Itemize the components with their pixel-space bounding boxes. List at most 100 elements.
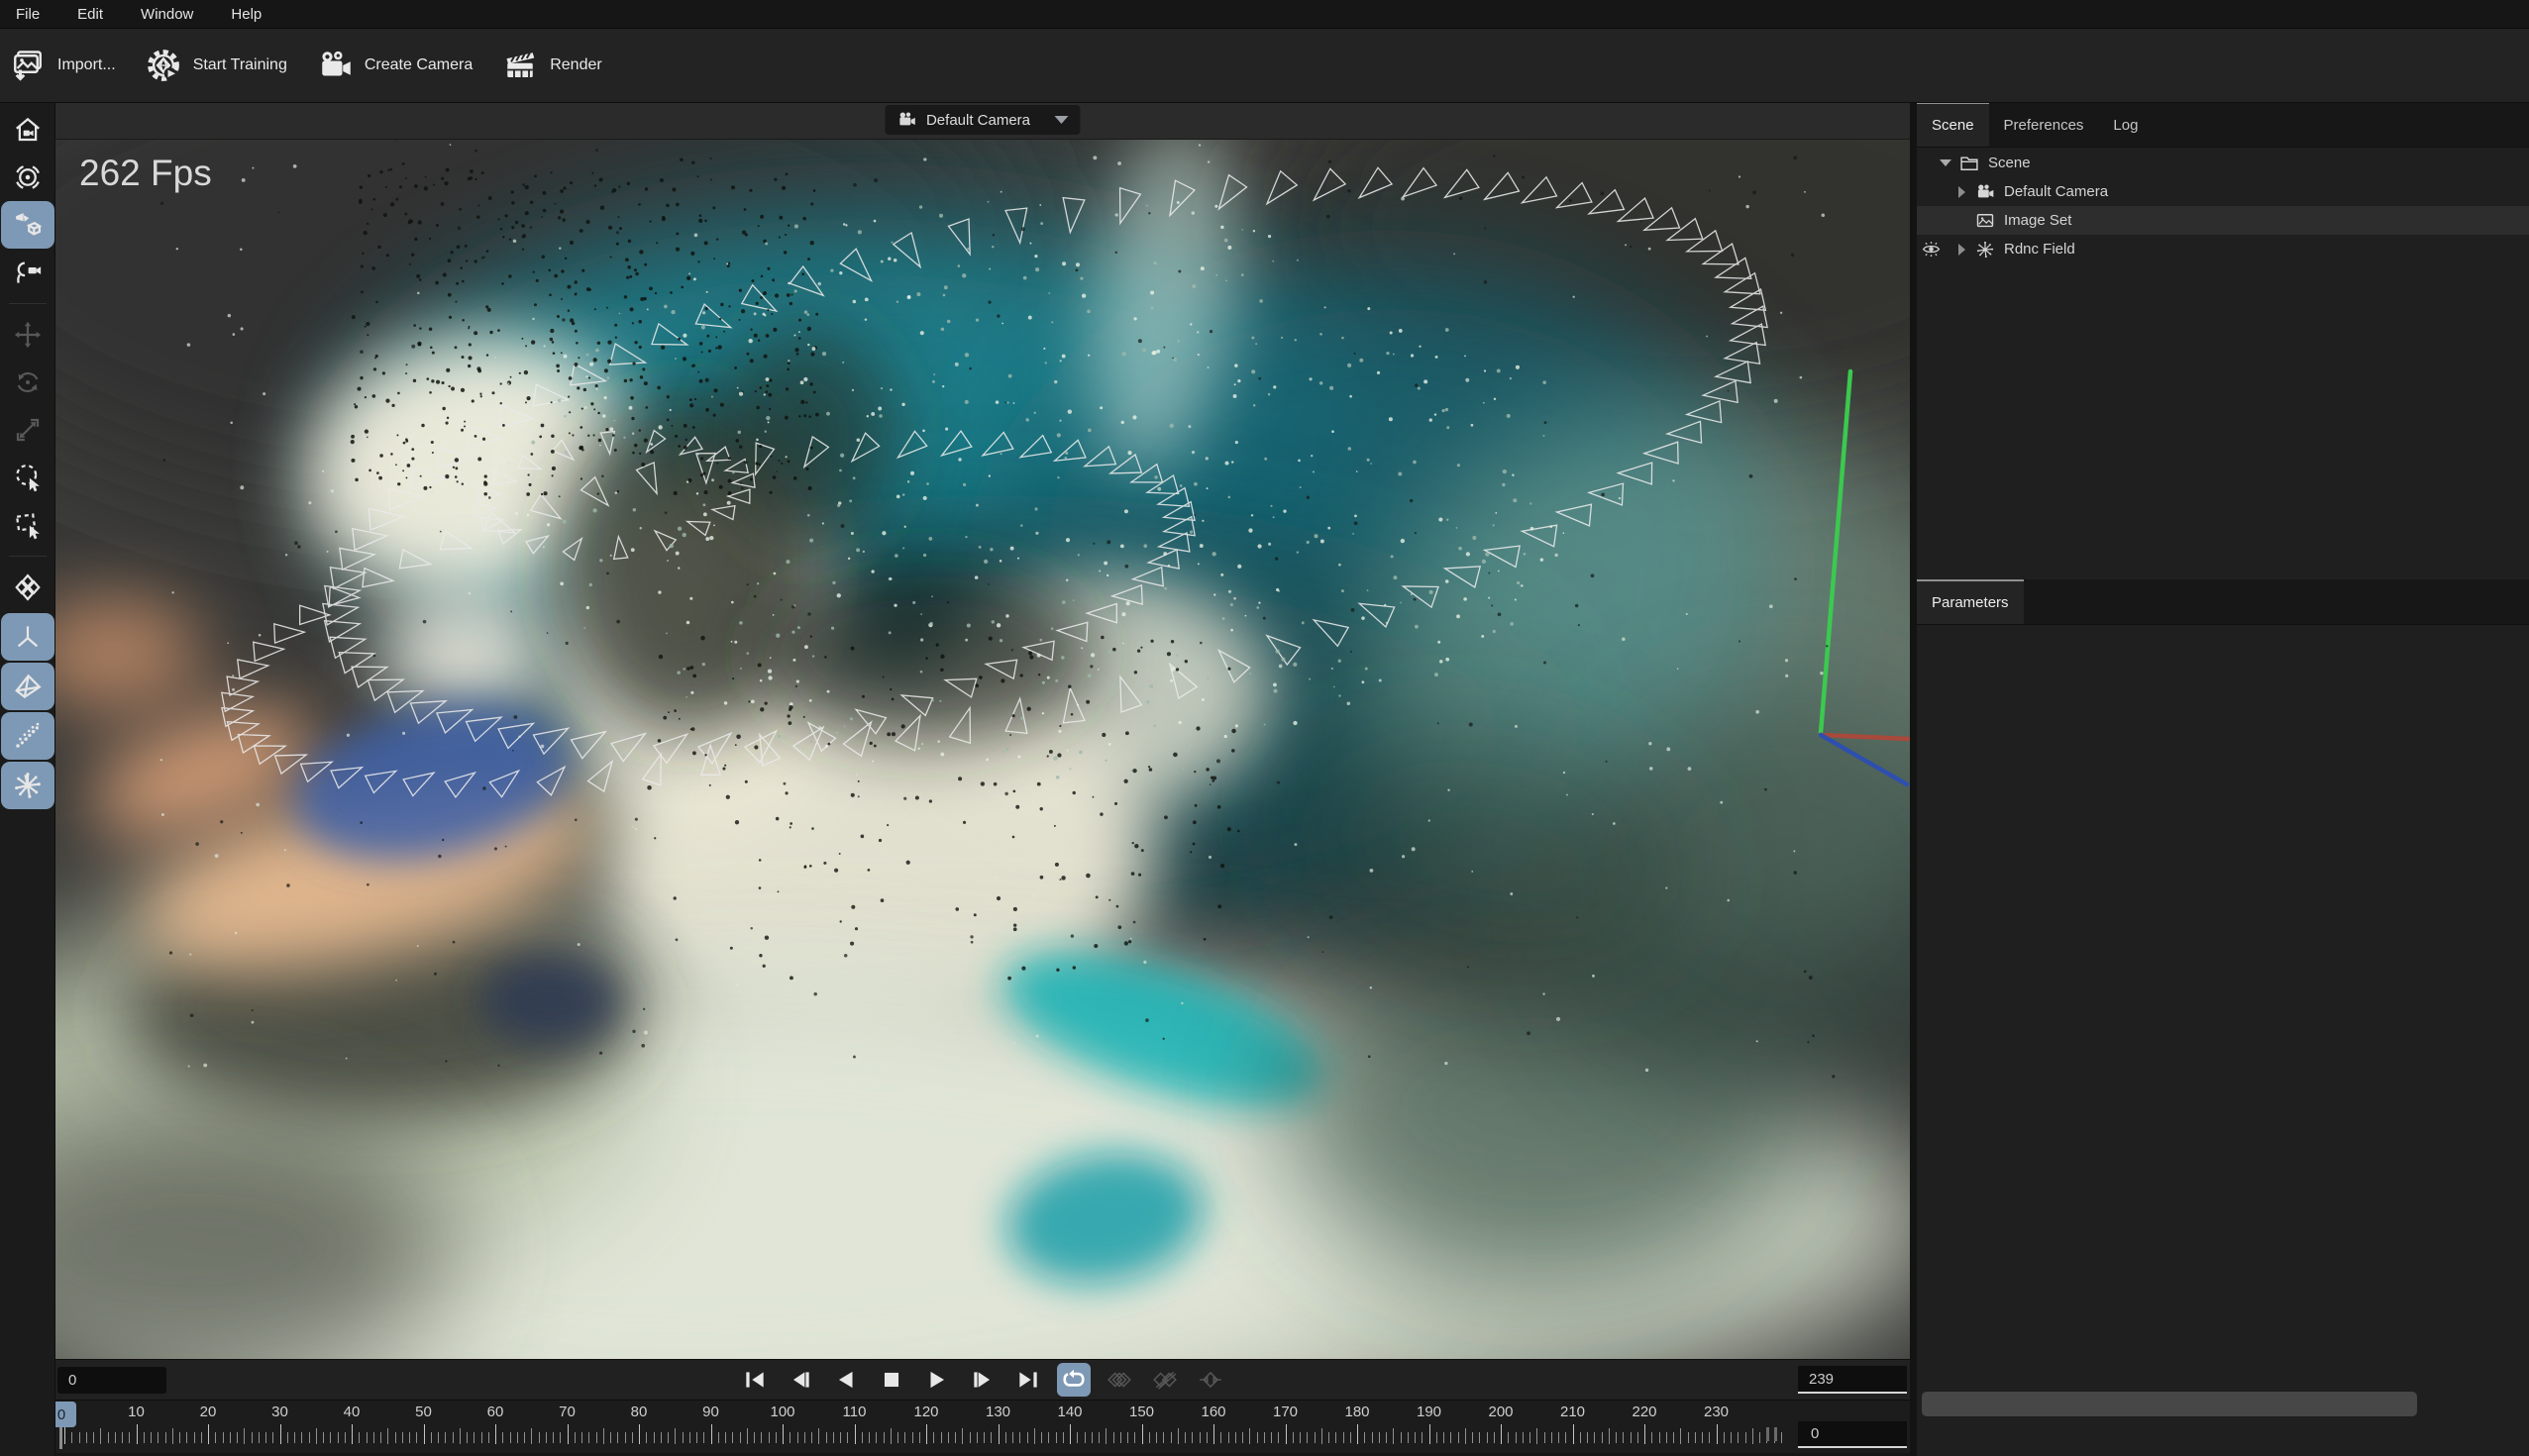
- horizontal-scrollbar[interactable]: [1922, 1392, 2417, 1416]
- collapse-arrow-icon[interactable]: [1954, 244, 1968, 256]
- tree-item-label: Rdnc Field: [2004, 241, 2075, 258]
- orbit-camera-tool-button[interactable]: [1, 201, 54, 249]
- menu-file[interactable]: File: [16, 6, 40, 23]
- ghost-frames-off-button[interactable]: [1148, 1363, 1182, 1397]
- chevron-down-icon: [1054, 116, 1068, 124]
- folder-icon: [1959, 154, 1979, 173]
- sidebar-separator: [9, 556, 47, 557]
- loop-playback-button[interactable]: [1057, 1363, 1091, 1397]
- tab-log[interactable]: Log: [2098, 102, 2153, 147]
- tree-item-default-camera[interactable]: Default Camera: [1917, 177, 2529, 206]
- stop-button[interactable]: [875, 1363, 908, 1397]
- play-reverse-icon: [833, 1367, 859, 1393]
- box-select-button[interactable]: [1, 501, 54, 549]
- focus-selection-button[interactable]: [1, 154, 54, 201]
- current-frame-field[interactable]: 0: [1798, 1421, 1907, 1448]
- scale-icon: [13, 415, 43, 445]
- focus-target-icon: [13, 162, 43, 192]
- ghost-frames-button[interactable]: [1103, 1363, 1136, 1397]
- splat-field-icon: [13, 771, 43, 800]
- panel-splitter[interactable]: [1910, 102, 1917, 1456]
- visibility-eye-icon[interactable]: [1921, 239, 1942, 260]
- menu-edit[interactable]: Edit: [77, 6, 103, 23]
- play-button[interactable]: [920, 1363, 954, 1397]
- tab-scene[interactable]: Scene: [1917, 102, 1989, 147]
- stop-icon: [879, 1367, 904, 1393]
- move-tool-button[interactable]: [1, 311, 54, 359]
- sidebar-separator: [9, 303, 47, 304]
- menu-window[interactable]: Window: [141, 6, 193, 23]
- lasso-select-button[interactable]: [1, 454, 54, 501]
- movie-camera-icon: [896, 110, 916, 130]
- box-select-icon: [13, 510, 43, 540]
- start-training-button[interactable]: Start Training: [146, 48, 287, 83]
- right-panel: Scene Preferences Log Scene Default Came…: [1917, 102, 2529, 1456]
- frame-start-field[interactable]: 0: [57, 1367, 166, 1394]
- home-view-button[interactable]: [1, 106, 54, 154]
- transport-controls: [738, 1363, 1227, 1397]
- orbit-camera-icon: [13, 210, 43, 240]
- skip-end-icon: [1015, 1367, 1041, 1393]
- viewport-3d[interactable]: 262 Fps: [54, 139, 1910, 1359]
- diamond-layers-icon: [13, 572, 43, 602]
- create-camera-button[interactable]: Create Camera: [317, 48, 473, 83]
- import-label: Import...: [57, 56, 116, 74]
- tree-item-label: Scene: [1988, 155, 2031, 171]
- render-icon: [502, 48, 538, 83]
- ruler-resize-handle[interactable]: [1766, 1427, 1777, 1441]
- frame-end-field[interactable]: 239: [1798, 1366, 1907, 1394]
- parameters-tab-strip: Parameters: [1917, 579, 2529, 625]
- tree-item-scene[interactable]: Scene: [1917, 149, 2529, 177]
- tab-preferences[interactable]: Preferences: [1989, 102, 2099, 147]
- step-forward-button[interactable]: [966, 1363, 1000, 1397]
- import-button[interactable]: Import...: [10, 48, 116, 83]
- tree-item-label: Default Camera: [2004, 183, 2108, 200]
- start-training-label: Start Training: [193, 56, 287, 74]
- tree-item-image-set[interactable]: Image Set: [1917, 206, 2529, 235]
- skip-to-start-button[interactable]: [738, 1363, 772, 1397]
- panel-tab-strip: Scene Preferences Log: [1917, 102, 2529, 148]
- step-back-button[interactable]: [784, 1363, 817, 1397]
- rotate-tool-button[interactable]: [1, 359, 54, 406]
- timeline-ruler-bar: 1020304050607080901001101201301401501601…: [54, 1400, 1910, 1453]
- step-forward-icon: [970, 1367, 996, 1393]
- ghost-range-icon: [1198, 1367, 1223, 1393]
- ghost-range-button[interactable]: [1194, 1363, 1227, 1397]
- image-icon: [1975, 211, 1995, 231]
- viewport-header: Default Camera: [54, 102, 1910, 140]
- ghost-frames-icon: [1106, 1367, 1132, 1393]
- camera-selector-dropdown[interactable]: Default Camera: [885, 105, 1080, 135]
- timeline-ruler[interactable]: 1020304050607080901001101201301401501601…: [54, 1401, 1910, 1453]
- play-reverse-button[interactable]: [829, 1363, 863, 1397]
- expand-arrow-icon[interactable]: [1939, 159, 1952, 166]
- first-person-view-button[interactable]: [1, 249, 54, 296]
- point-cloud-icon: [13, 721, 43, 751]
- viewport-canvas[interactable]: [54, 139, 1910, 1359]
- layers-button[interactable]: [1, 564, 54, 611]
- axes-gizmo-icon: [13, 622, 43, 652]
- toggle-cameras-button[interactable]: [1, 663, 54, 710]
- collapse-arrow-icon[interactable]: [1954, 186, 1968, 198]
- movie-camera-icon: [1975, 182, 1995, 202]
- start-training-icon: [146, 48, 181, 83]
- ghost-frames-off-icon: [1152, 1367, 1178, 1393]
- playhead-stem: [59, 1426, 62, 1449]
- camera-frustum-icon: [13, 672, 43, 701]
- tree-item-label: Image Set: [2004, 212, 2071, 229]
- camera-selector-value: Default Camera: [926, 112, 1030, 129]
- loop-icon: [1061, 1367, 1087, 1393]
- tab-parameters[interactable]: Parameters: [1917, 579, 2024, 624]
- head-camera-icon: [13, 258, 43, 287]
- toggle-splats-button[interactable]: [1, 762, 54, 809]
- menu-help[interactable]: Help: [231, 6, 262, 23]
- fps-counter: 262 Fps: [79, 153, 212, 194]
- splat-icon: [1975, 240, 1995, 260]
- skip-to-end-button[interactable]: [1011, 1363, 1045, 1397]
- toggle-axes-gizmo-button[interactable]: [1, 613, 54, 661]
- left-toolbar: [0, 102, 55, 1456]
- render-button[interactable]: Render: [502, 48, 601, 83]
- scale-tool-button[interactable]: [1, 406, 54, 454]
- playback-bar: 0: [54, 1359, 1910, 1400]
- toggle-point-cloud-button[interactable]: [1, 712, 54, 760]
- tree-item-rdnc-field[interactable]: Rdnc Field: [1917, 235, 2529, 263]
